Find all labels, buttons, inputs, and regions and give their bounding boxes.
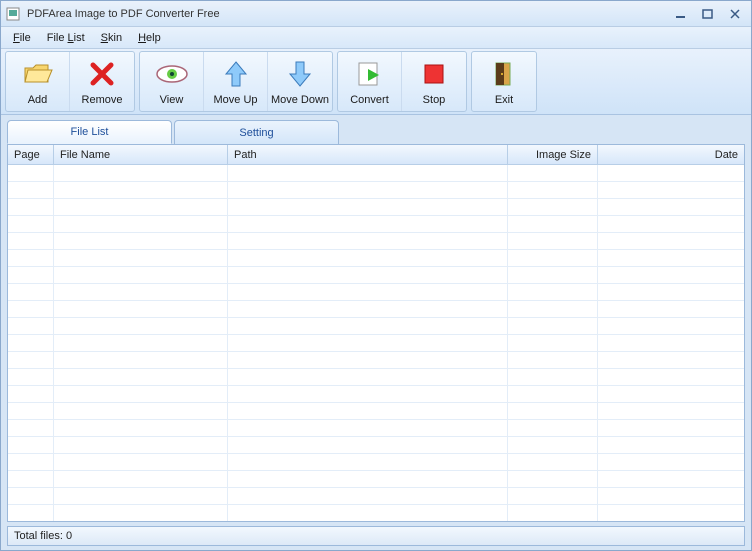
- titlebar: PDFArea Image to PDF Converter Free: [1, 1, 751, 27]
- toolbar-group-action: Convert Stop: [337, 51, 467, 112]
- app-icon: [5, 6, 21, 22]
- view-label: View: [160, 94, 184, 106]
- toolbar: Add Remove View Move Up Move Down: [1, 49, 751, 115]
- toolbar-group-file: Add Remove: [5, 51, 135, 112]
- table-row[interactable]: [8, 420, 744, 437]
- tab-filelist[interactable]: File List: [7, 120, 172, 144]
- menu-file[interactable]: File: [7, 30, 37, 46]
- movedown-label: Move Down: [271, 94, 329, 106]
- col-imagesize[interactable]: Image Size: [508, 145, 598, 164]
- add-button[interactable]: Add: [6, 52, 70, 111]
- tab-setting-label: Setting: [239, 127, 273, 139]
- arrow-down-icon: [288, 58, 312, 90]
- menu-skin[interactable]: Skin: [95, 30, 128, 46]
- add-label: Add: [28, 94, 48, 106]
- table-row[interactable]: [8, 165, 744, 182]
- tab-setting[interactable]: Setting: [174, 120, 339, 144]
- table-row[interactable]: [8, 352, 744, 369]
- table-row[interactable]: [8, 301, 744, 318]
- table-row[interactable]: [8, 284, 744, 301]
- exit-label: Exit: [495, 94, 513, 106]
- table-row[interactable]: [8, 318, 744, 335]
- table-row[interactable]: [8, 335, 744, 352]
- table-row[interactable]: [8, 471, 744, 488]
- stop-label: Stop: [423, 94, 446, 106]
- statusbar: Total files: 0: [7, 526, 745, 546]
- col-page[interactable]: Page: [8, 145, 54, 164]
- table-row[interactable]: [8, 488, 744, 505]
- table-row[interactable]: [8, 437, 744, 454]
- movedown-button[interactable]: Move Down: [268, 52, 332, 111]
- window-title: PDFArea Image to PDF Converter Free: [27, 8, 220, 20]
- table-row[interactable]: [8, 250, 744, 267]
- file-list-panel: Page File Name Path Image Size Date: [7, 144, 745, 522]
- status-text: Total files: 0: [14, 530, 72, 542]
- col-filename[interactable]: File Name: [54, 145, 228, 164]
- folder-open-icon: [22, 58, 54, 90]
- close-button[interactable]: [723, 6, 747, 22]
- stop-icon: [422, 58, 446, 90]
- menu-help[interactable]: Help: [132, 30, 167, 46]
- app-window: PDFArea Image to PDF Converter Free File…: [0, 0, 752, 551]
- delete-x-icon: [87, 58, 117, 90]
- table-row[interactable]: [8, 216, 744, 233]
- stop-button[interactable]: Stop: [402, 52, 466, 111]
- convert-icon: [355, 58, 385, 90]
- table-body[interactable]: [8, 165, 744, 521]
- table-header: Page File Name Path Image Size Date: [8, 145, 744, 165]
- maximize-button[interactable]: [696, 6, 720, 22]
- table-row[interactable]: [8, 182, 744, 199]
- table-row[interactable]: [8, 386, 744, 403]
- menubar: File File List Skin Help: [1, 27, 751, 49]
- arrow-up-icon: [224, 58, 248, 90]
- table-row[interactable]: [8, 454, 744, 471]
- table-row[interactable]: [8, 369, 744, 386]
- tabs: File List Setting: [1, 115, 751, 144]
- minimize-button[interactable]: [669, 6, 693, 22]
- moveup-button[interactable]: Move Up: [204, 52, 268, 111]
- table-row[interactable]: [8, 199, 744, 216]
- door-exit-icon: [490, 58, 518, 90]
- col-date[interactable]: Date: [598, 145, 744, 164]
- menu-filelist[interactable]: File List: [41, 30, 91, 46]
- view-button[interactable]: View: [140, 52, 204, 111]
- tab-filelist-label: File List: [71, 126, 109, 138]
- table-row[interactable]: [8, 505, 744, 521]
- convert-label: Convert: [350, 94, 389, 106]
- remove-button[interactable]: Remove: [70, 52, 134, 111]
- toolbar-group-exit: Exit: [471, 51, 537, 112]
- col-path[interactable]: Path: [228, 145, 508, 164]
- convert-button[interactable]: Convert: [338, 52, 402, 111]
- table-row[interactable]: [8, 403, 744, 420]
- exit-button[interactable]: Exit: [472, 52, 536, 111]
- remove-label: Remove: [82, 94, 123, 106]
- moveup-label: Move Up: [213, 94, 257, 106]
- eye-icon: [155, 58, 189, 90]
- table-row[interactable]: [8, 233, 744, 250]
- toolbar-group-view: View Move Up Move Down: [139, 51, 333, 112]
- table-row[interactable]: [8, 267, 744, 284]
